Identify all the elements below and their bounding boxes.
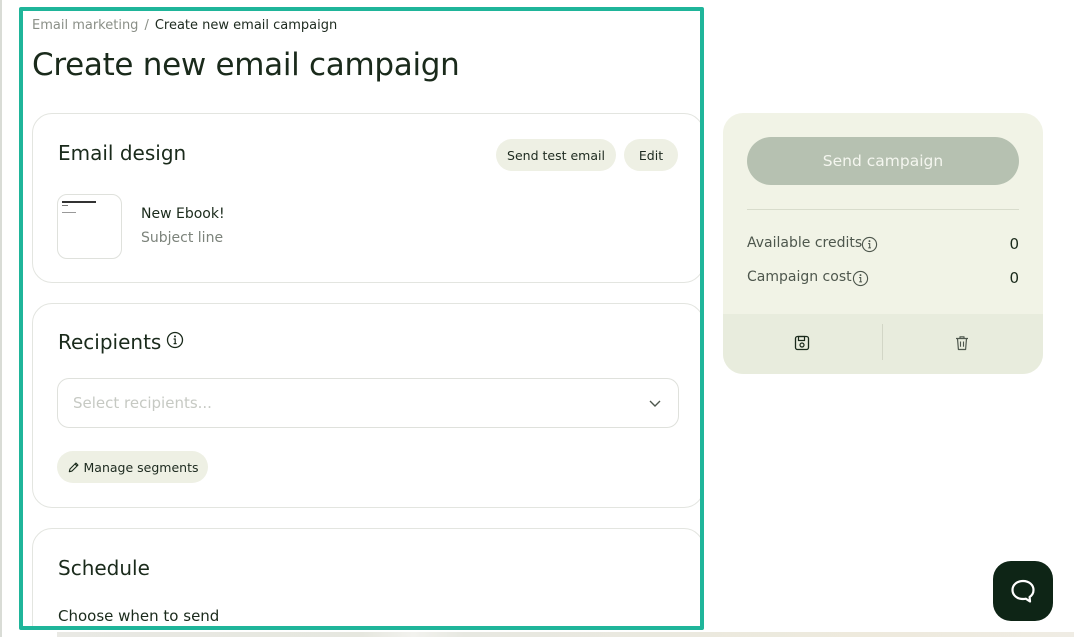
email-design-title: Email design [58,141,187,165]
schedule-subtitle: Choose when to send [58,607,220,625]
send-campaign-button[interactable]: Send campaign [747,137,1019,185]
email-thumbnail[interactable] [57,194,122,259]
campaign-main-area: Email marketing / Create new email campaig… [19,7,704,630]
info-icon[interactable] [861,236,878,253]
recipients-card: Recipients Select recipients... Manage s… [32,303,700,508]
chat-icon [1011,579,1035,603]
campaign-summary-panel: Send campaign Available credits 0 Campai… [723,113,1043,374]
edit-button[interactable]: Edit [624,139,678,171]
recipients-title: Recipients [58,330,162,354]
bottom-strip [57,632,1074,637]
manage-segments-label: Manage segments [83,459,199,475]
page: Email marketing / Create new email campaig… [0,0,1074,637]
available-credits-label: Available credits [747,235,863,251]
manage-segments-button[interactable]: Manage segments [57,451,208,483]
email-subject: Subject line [141,230,224,246]
info-icon[interactable] [166,331,184,349]
breadcrumb: Email marketing / Create new email campaig… [32,18,337,33]
pencil-icon [68,461,79,472]
chat-button[interactable] [993,561,1053,621]
schedule-card: Schedule Choose when to send [32,528,700,626]
breadcrumb-current: Create new email campaign [154,18,338,33]
email-design-card: Email design Send test email Edit New Eb… [32,113,700,283]
campaign-cost-label: Campaign cost [747,269,852,285]
schedule-title: Schedule [58,556,150,580]
recipients-placeholder: Select recipients... [73,394,212,412]
left-edge [0,0,2,637]
chevron-down-icon [649,400,661,407]
breadcrumb-parent[interactable]: Email marketing [32,18,138,33]
campaign-cost-value: 0 [1009,269,1019,287]
campaign-cost-row: Campaign cost 0 [747,269,1019,289]
recipients-select[interactable]: Select recipients... [57,378,679,428]
info-icon[interactable] [852,270,869,287]
trash-icon[interactable] [953,334,971,352]
page-title: Create new email campaign [32,47,460,83]
panel-footer [723,314,1043,374]
panel-divider [747,209,1019,210]
available-credits-value: 0 [1009,235,1019,253]
send-test-email-button[interactable]: Send test email [496,139,616,171]
breadcrumb-separator: / [144,18,149,33]
available-credits-row: Available credits 0 [747,235,1019,255]
save-icon[interactable] [793,334,811,352]
email-name: New Ebook! [141,206,225,222]
footer-separator [882,324,883,360]
